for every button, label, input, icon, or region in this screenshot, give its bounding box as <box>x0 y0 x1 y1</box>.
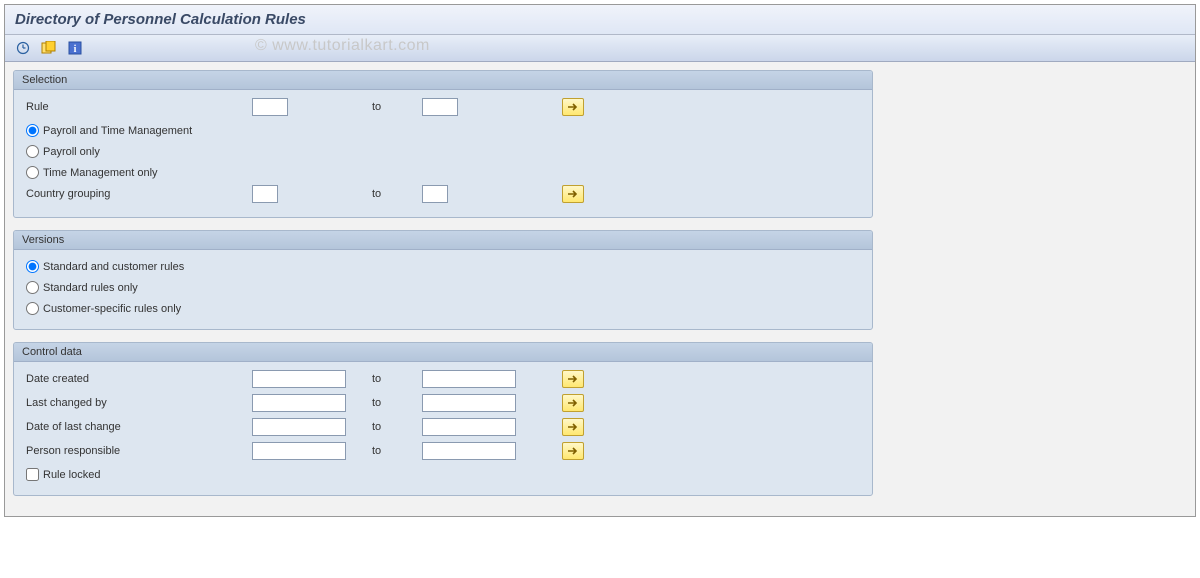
radio-row-std-only: Standard rules only <box>22 277 864 298</box>
label-last-changed-by: Last changed by <box>22 397 252 409</box>
radio-std-only-label: Standard rules only <box>43 282 138 294</box>
page-title: Directory of Personnel Calculation Rules <box>15 11 306 28</box>
input-country-from[interactable] <box>252 185 278 203</box>
radio-row-std-cust: Standard and customer rules <box>22 256 864 277</box>
input-country-to[interactable] <box>422 185 448 203</box>
input-datecreated-from[interactable] <box>252 370 346 388</box>
radio-row-cust-only: Customer-specific rules only <box>22 298 864 319</box>
radio-payroll-only[interactable] <box>26 145 39 158</box>
radio-time-only[interactable] <box>26 166 39 179</box>
checkbox-rule-locked[interactable] <box>26 468 39 481</box>
input-datecreated-to[interactable] <box>422 370 516 388</box>
watermark: © www.tutorialkart.com <box>255 37 430 55</box>
label-to-lastchangedby: to <box>372 397 422 409</box>
label-to-datecreated: to <box>372 373 422 385</box>
input-lastchangedby-from[interactable] <box>252 394 346 412</box>
label-rule: Rule <box>22 101 252 113</box>
more-datelastchange-button[interactable] <box>562 418 584 436</box>
input-datelastchange-from[interactable] <box>252 418 346 436</box>
variant-icon <box>41 41 57 55</box>
arrow-right-icon <box>567 422 579 432</box>
more-rule-button[interactable] <box>562 98 584 116</box>
input-rule-from[interactable] <box>252 98 288 116</box>
more-datecreated-button[interactable] <box>562 370 584 388</box>
group-control-data: Control data Date created to Last change… <box>13 342 873 496</box>
group-versions: Versions Standard and customer rules Sta… <box>13 230 873 330</box>
input-person-to[interactable] <box>422 442 516 460</box>
row-rule: Rule to <box>22 96 864 118</box>
radio-cust-only-label: Customer-specific rules only <box>43 303 181 315</box>
arrow-right-icon <box>567 398 579 408</box>
radio-std-only[interactable] <box>26 281 39 294</box>
more-person-button[interactable] <box>562 442 584 460</box>
variant-button[interactable] <box>39 39 59 57</box>
label-to-person: to <box>372 445 422 457</box>
row-person-responsible: Person responsible to <box>22 440 864 462</box>
group-selection-header: Selection <box>14 71 872 90</box>
execute-button[interactable] <box>13 39 33 57</box>
arrow-right-icon <box>567 446 579 456</box>
input-datelastchange-to[interactable] <box>422 418 516 436</box>
more-lastchangedby-button[interactable] <box>562 394 584 412</box>
input-person-from[interactable] <box>252 442 346 460</box>
info-button[interactable]: i <box>65 39 85 57</box>
label-person-responsible: Person responsible <box>22 445 252 457</box>
arrow-right-icon <box>567 374 579 384</box>
row-date-created: Date created to <box>22 368 864 390</box>
label-to-rule: to <box>372 101 422 113</box>
radio-payroll-time[interactable] <box>26 124 39 137</box>
label-date-last-change: Date of last change <box>22 421 252 433</box>
radio-std-cust[interactable] <box>26 260 39 273</box>
radio-payroll-only-label: Payroll only <box>43 146 100 158</box>
row-date-last-change: Date of last change to <box>22 416 864 438</box>
title-bar: Directory of Personnel Calculation Rules <box>5 5 1195 35</box>
arrow-right-icon <box>567 189 579 199</box>
radio-row-payroll-time: Payroll and Time Management <box>22 120 864 141</box>
label-date-created: Date created <box>22 373 252 385</box>
label-to-datelastchange: to <box>372 421 422 433</box>
radio-row-payroll-only: Payroll only <box>22 141 864 162</box>
app-window: Directory of Personnel Calculation Rules… <box>4 4 1196 517</box>
row-country-grouping: Country grouping to <box>22 183 864 205</box>
radio-std-cust-label: Standard and customer rules <box>43 261 184 273</box>
clock-execute-icon <box>16 41 30 55</box>
info-icon: i <box>68 41 82 55</box>
radio-row-time-only: Time Management only <box>22 162 864 183</box>
row-rule-locked: Rule locked <box>22 464 864 485</box>
input-lastchangedby-to[interactable] <box>422 394 516 412</box>
svg-text:i: i <box>74 44 77 55</box>
content-area: Selection Rule to <box>5 62 1195 516</box>
label-to-country: to <box>372 188 422 200</box>
input-rule-to[interactable] <box>422 98 458 116</box>
label-country-grouping: Country grouping <box>22 188 252 200</box>
radio-cust-only[interactable] <box>26 302 39 315</box>
group-versions-header: Versions <box>14 231 872 250</box>
arrow-right-icon <box>567 102 579 112</box>
row-last-changed-by: Last changed by to <box>22 392 864 414</box>
radio-time-only-label: Time Management only <box>43 167 158 179</box>
radio-payroll-time-label: Payroll and Time Management <box>43 125 192 137</box>
toolbar: i © www.tutorialkart.com <box>5 35 1195 62</box>
more-country-button[interactable] <box>562 185 584 203</box>
checkbox-rule-locked-label: Rule locked <box>43 469 100 481</box>
group-selection: Selection Rule to <box>13 70 873 218</box>
group-control-header: Control data <box>14 343 872 362</box>
